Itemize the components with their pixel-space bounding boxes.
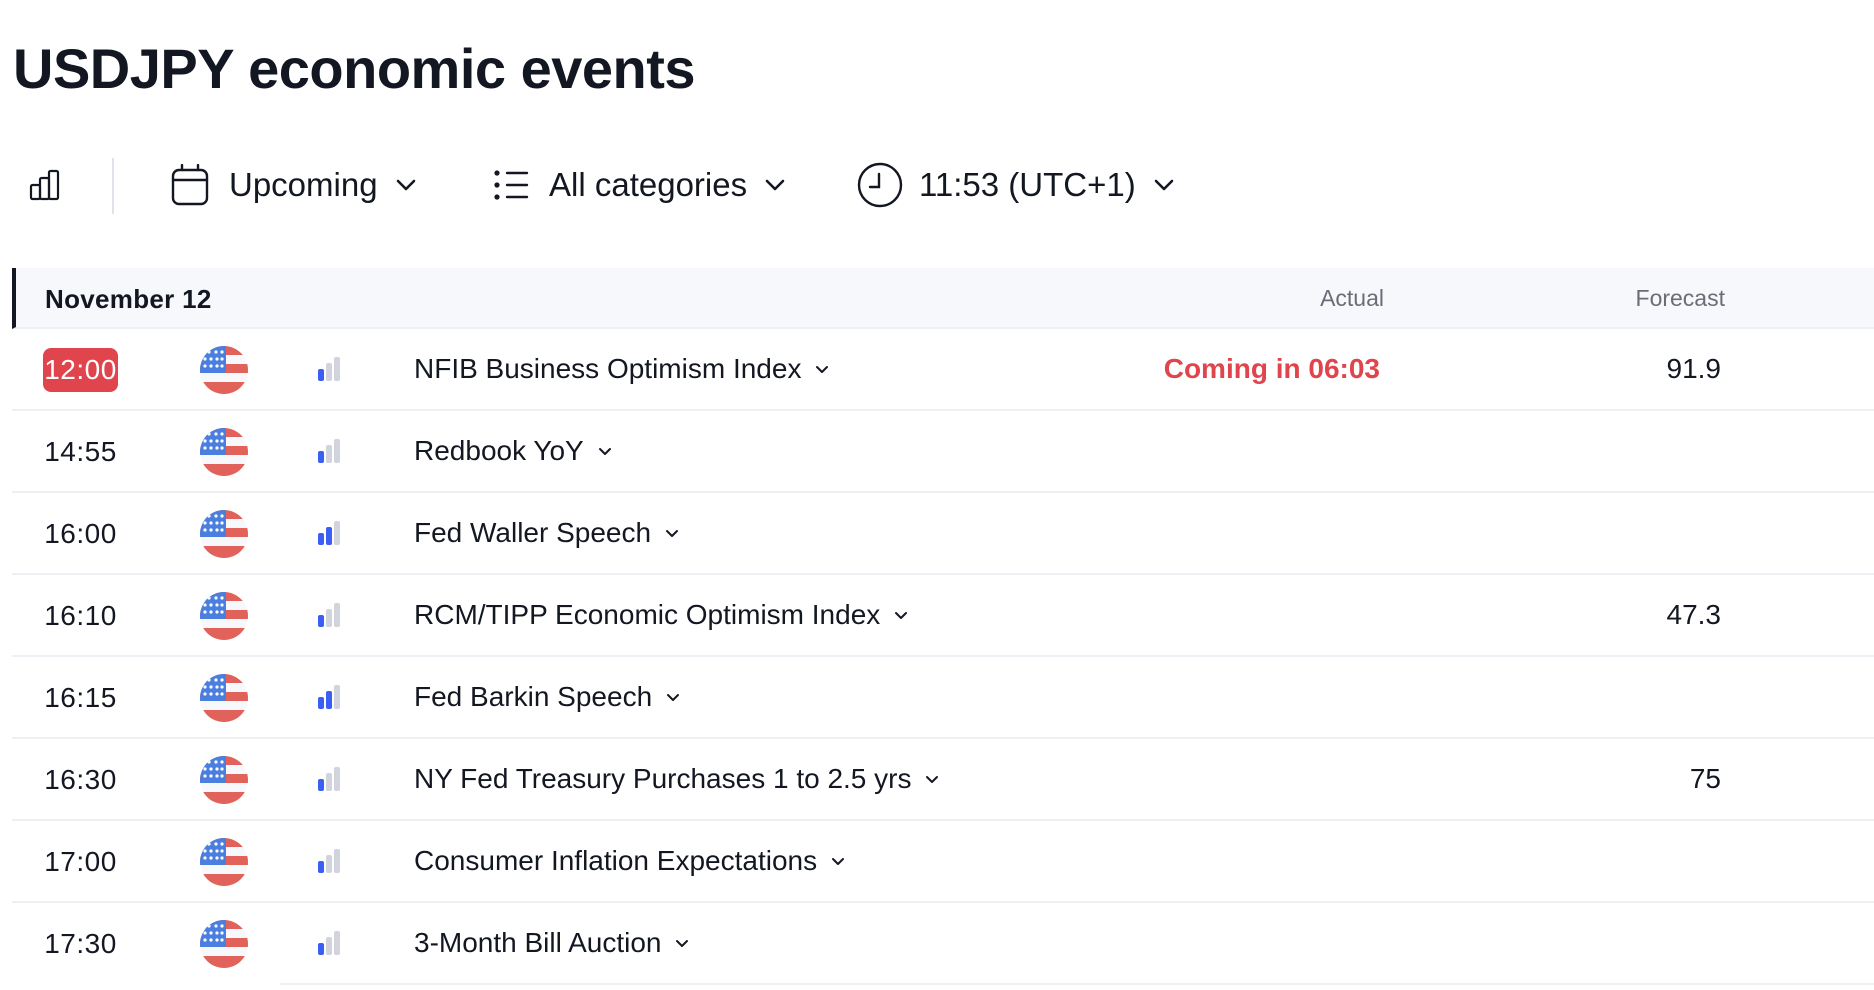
importance-1-icon — [318, 603, 342, 627]
importance-1-icon — [318, 849, 342, 873]
importance-1-icon — [318, 767, 342, 791]
chevron-down-icon — [801, 365, 829, 374]
event-name-toggle[interactable]: Fed Waller Speech — [414, 493, 679, 573]
event-row[interactable]: 16:00 Fed Waller Speech — [12, 493, 1874, 575]
event-name-toggle[interactable]: NFIB Business Optimism Index — [414, 329, 829, 409]
filter-toolbar: Upcoming All categories 11:53 (UTC+1) — [0, 150, 1874, 220]
event-name-toggle[interactable]: 3-Month Bill Auction — [414, 903, 689, 983]
event-row[interactable]: 17:00 Consumer Inflation Expectations — [12, 821, 1874, 903]
chevron-down-icon — [651, 529, 679, 538]
list-icon — [493, 169, 529, 201]
chevron-down-icon — [747, 179, 785, 191]
timezone-dropdown[interactable]: 11:53 (UTC+1) — [857, 150, 1174, 220]
us-flag-icon — [200, 346, 248, 394]
us-flag-icon — [200, 428, 248, 476]
event-name: Fed Waller Speech — [414, 517, 652, 548]
clock-icon — [857, 162, 903, 208]
page-title: USDJPY economic events — [13, 37, 696, 100]
event-name: Fed Barkin Speech — [414, 681, 653, 712]
chevron-down-icon — [378, 179, 416, 191]
event-name-toggle[interactable]: Consumer Inflation Expectations — [414, 821, 845, 901]
importance-1-icon — [318, 439, 342, 463]
event-name-toggle[interactable]: Redbook YoY — [414, 411, 612, 491]
chevron-down-icon — [1136, 179, 1174, 191]
chevron-down-icon — [584, 447, 612, 456]
event-forecast: 47.3 — [1666, 599, 1722, 630]
categories-dropdown[interactable]: All categories — [493, 150, 785, 220]
event-time: 17:00 — [44, 846, 117, 877]
importance-filter-button[interactable] — [28, 150, 64, 220]
chevron-down-icon — [652, 693, 680, 702]
event-time: 17:30 — [44, 928, 117, 959]
event-name: Consumer Inflation Expectations — [414, 845, 818, 876]
date-label: November 12 — [45, 284, 212, 314]
event-forecast: 91.9 — [1666, 353, 1722, 384]
event-actual: Coming in 06:03 — [1163, 353, 1380, 384]
us-flag-icon — [200, 756, 248, 804]
importance-1-icon — [318, 931, 342, 955]
event-row[interactable]: 16:15 Fed Barkin Speech — [12, 657, 1874, 739]
event-row[interactable]: 12:00 NFIB Business Optimism Index Comin… — [12, 329, 1874, 411]
categories-label: All categories — [549, 166, 748, 203]
event-row[interactable]: 16:30 NY Fed Treasury Purchases 1 to 2.5… — [12, 739, 1874, 821]
column-header-forecast: Forecast — [1635, 285, 1725, 311]
events-table: 12:00 NFIB Business Optimism Index Comin… — [12, 329, 1874, 985]
us-flag-icon — [200, 592, 248, 640]
column-header-actual: Actual — [1320, 285, 1384, 311]
event-row[interactable]: 14:55 Redbook YoY — [12, 411, 1874, 493]
calendar-icon — [171, 164, 209, 206]
us-flag-icon — [200, 920, 248, 968]
event-name: 3-Month Bill Auction — [414, 927, 662, 958]
importance-1-icon — [318, 357, 342, 381]
event-name-toggle[interactable]: NY Fed Treasury Purchases 1 to 2.5 yrs — [414, 739, 939, 819]
event-time: 14:55 — [44, 436, 117, 467]
event-time: 16:10 — [44, 600, 117, 631]
chevron-down-icon — [880, 611, 908, 620]
importance-2-icon — [318, 521, 342, 545]
event-time: 16:30 — [44, 764, 117, 795]
event-time: 16:15 — [44, 682, 117, 713]
event-name-toggle[interactable]: RCM/TIPP Economic Optimism Index — [414, 575, 908, 655]
period-label: Upcoming — [229, 166, 378, 203]
timezone-label: 11:53 (UTC+1) — [919, 166, 1136, 203]
event-row[interactable]: 17:30 3-Month Bill Auction — [12, 903, 1874, 985]
event-name: Redbook YoY — [414, 435, 584, 466]
date-group-header: November 12 Actual Forecast — [12, 268, 1874, 329]
us-flag-icon — [200, 674, 248, 722]
event-time: 16:00 — [44, 518, 117, 549]
event-forecast: 75 — [1689, 763, 1721, 794]
event-name-toggle[interactable]: Fed Barkin Speech — [414, 657, 680, 737]
event-time: 12:00 — [43, 348, 118, 392]
toolbar-divider — [112, 158, 114, 214]
chevron-down-icon — [817, 857, 845, 866]
bar-chart-icon — [28, 167, 64, 203]
event-name: NFIB Business Optimism Index — [414, 353, 802, 384]
chevron-down-icon — [661, 939, 689, 948]
chevron-down-icon — [911, 775, 939, 784]
event-name: RCM/TIPP Economic Optimism Index — [414, 599, 881, 630]
event-name: NY Fed Treasury Purchases 1 to 2.5 yrs — [414, 763, 912, 794]
period-dropdown[interactable]: Upcoming — [171, 150, 416, 220]
us-flag-icon — [200, 838, 248, 886]
us-flag-icon — [200, 510, 248, 558]
importance-2-icon — [318, 685, 342, 709]
event-row[interactable]: 16:10 RCM/TIPP Economic Optimism Index 4… — [12, 575, 1874, 657]
